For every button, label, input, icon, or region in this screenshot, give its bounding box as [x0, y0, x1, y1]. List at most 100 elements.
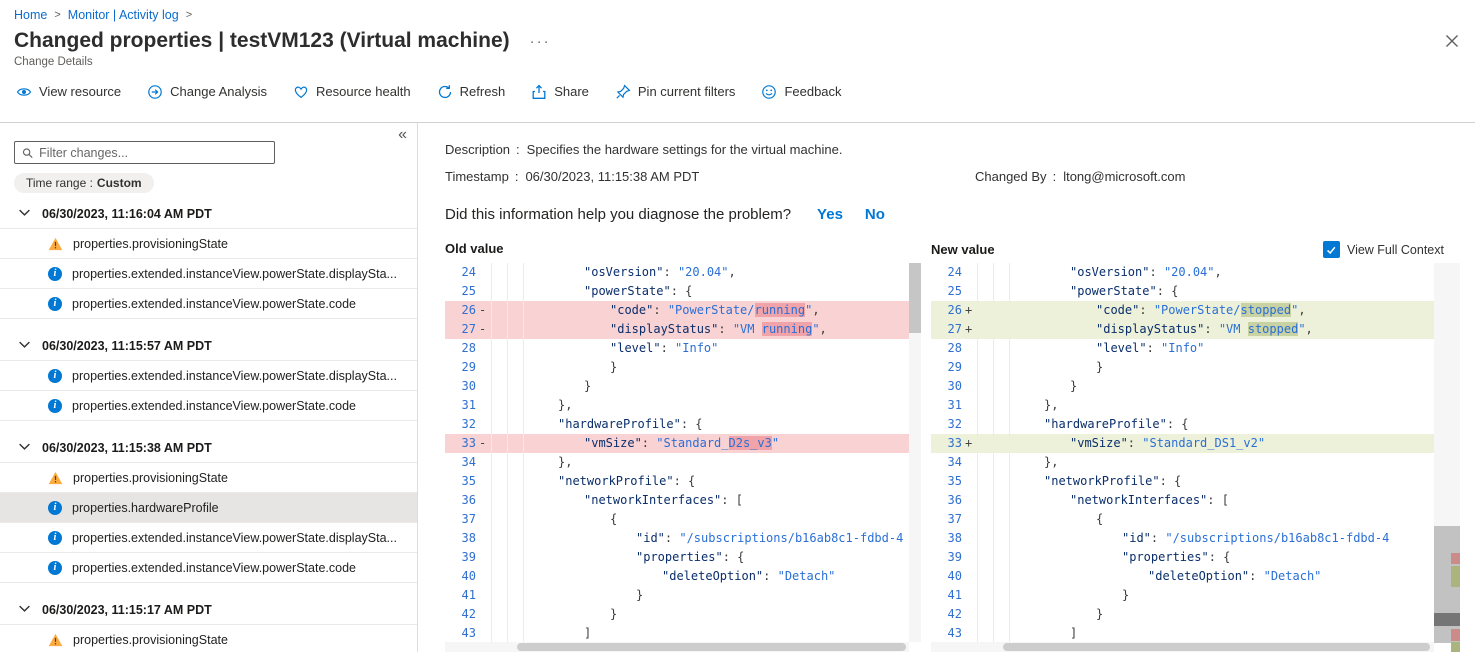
collapse-sidebar-icon[interactable]: «	[398, 126, 407, 144]
diff-line-new-42: 42}	[931, 605, 1460, 624]
diff-panes: 24 "osVersion": "20.04", 25 "powerState": {…	[445, 263, 1460, 652]
time-range-filter-pill[interactable]: Time range : Custom	[14, 173, 154, 193]
diff-ruler-added-mark	[1451, 566, 1460, 587]
more-menu-button[interactable]: ···	[530, 33, 551, 50]
diff-line-old-41: 41}	[445, 586, 921, 605]
new-value-title: New value	[931, 242, 995, 257]
change-item[interactable]: properties.provisioningState	[0, 463, 417, 493]
feedback-question: Did this information help you diagnose t…	[445, 206, 792, 223]
check-icon	[1327, 246, 1336, 254]
toolbar-label: Pin current filters	[637, 84, 736, 99]
change-item-label: properties.provisioningState	[73, 236, 228, 251]
change-detail-main: Description: Specifies the hardware setti…	[418, 123, 1475, 652]
diff-line-new-39: 39 "properties": {	[931, 548, 1460, 567]
change-item-label: properties.extended.instanceView.powerSt…	[72, 398, 356, 413]
share-icon	[531, 84, 547, 100]
change-group-header[interactable]: 06/30/2023, 11:16:04 AM PDT	[0, 199, 417, 229]
new-value-pane: 24 "osVersion": "20.04", 25 "powerState": {…	[931, 263, 1460, 652]
toolbar-feedback[interactable]: Feedback	[761, 84, 842, 100]
filter-changes-input[interactable]	[39, 145, 267, 160]
diff-line-old-32: 32 "hardwareProfile": {	[445, 415, 921, 434]
toolbar-label: Refresh	[459, 84, 506, 99]
timestamp-row: Timestamp:06/30/2023, 11:15:38 AM PDT Ch…	[445, 169, 1186, 184]
group-timestamp: 06/30/2023, 11:15:17 AM PDT	[42, 602, 212, 617]
breadcrumb: Home > Monitor | Activity log >	[0, 0, 1475, 22]
change-group-header[interactable]: 06/30/2023, 11:15:57 AM PDT	[0, 331, 417, 361]
diff-ruler-removed-mark	[1451, 553, 1460, 564]
diff-line-new-25: 25 "powerState": {	[931, 282, 1460, 301]
change-item[interactable]: i properties.extended.instanceView.powerS…	[0, 361, 417, 391]
change-item-label: properties.provisioningState	[73, 470, 228, 485]
change-item[interactable]: properties.provisioningState	[0, 229, 417, 259]
toolbar-resource-health[interactable]: Resource health	[293, 84, 411, 100]
diff-line-new-24: 24 "osVersion": "20.04",	[931, 263, 1460, 282]
description-value: Specifies the hardware settings for the …	[526, 142, 843, 157]
change-item[interactable]: i properties.extended.instanceView.powerS…	[0, 523, 417, 553]
new-pane-horizontal-scrollbar	[931, 642, 1434, 652]
diff-ruler-removed-mark	[1451, 629, 1460, 641]
breadcrumb-activity-log[interactable]: Monitor | Activity log	[68, 8, 179, 22]
feedback-yes-button[interactable]: Yes	[817, 206, 843, 223]
description-label: Description	[445, 142, 511, 157]
toolbar-pin-current-filters[interactable]: Pin current filters	[615, 84, 736, 100]
view-full-context-checkbox[interactable]	[1322, 241, 1340, 258]
diff-headers: Old value New value View Full Context	[445, 241, 1460, 258]
change-item[interactable]: i properties.hardwareProfile	[0, 493, 417, 523]
view-full-context: View Full Context	[1322, 241, 1444, 258]
changed-by-label: Changed By	[975, 169, 1047, 184]
old-pane-hscroll-thumb[interactable]	[517, 643, 906, 651]
diff-line-old-39: 39 "properties": {	[445, 548, 921, 567]
diff-line-new-33: 33 + "vmSize": "Standard_DS1_v2"	[931, 434, 1460, 453]
diff-line-new-35: 35 "networkProfile": {	[931, 472, 1460, 491]
toolbar-refresh[interactable]: Refresh	[437, 84, 506, 100]
change-details-page: Home > Monitor | Activity log > Changed …	[0, 0, 1475, 652]
diff-line-old-37: 37{	[445, 510, 921, 529]
new-pane-hscroll-thumb[interactable]	[1003, 643, 1430, 651]
change-item[interactable]: i properties.extended.instanceView.powerS…	[0, 553, 417, 583]
diff-line-old-38: 38 "id": "/subscriptions/b16ab8c1-fdbd-4	[445, 529, 921, 548]
info-icon: i	[48, 296, 62, 311]
page-title: Changed properties | testVM123 (Virtual …	[14, 29, 510, 52]
info-icon: i	[48, 398, 62, 413]
change-item[interactable]: properties.provisioningState	[0, 625, 417, 652]
diff-line-new-43: 43]	[931, 624, 1460, 642]
change-item-label: properties.extended.instanceView.powerSt…	[72, 368, 397, 383]
chevron-down-icon	[18, 602, 31, 618]
old-pane-scroll-thumb[interactable]	[909, 263, 921, 333]
chevron-right-icon: >	[185, 9, 193, 21]
toolbar-label: Change Analysis	[170, 84, 267, 99]
toolbar-view-resource[interactable]: View resource	[16, 84, 121, 100]
diff-line-new-36: 36 "networkInterfaces": [	[931, 491, 1460, 510]
close-button[interactable]	[1445, 34, 1459, 48]
change-group-header[interactable]: 06/30/2023, 11:15:38 AM PDT	[0, 433, 417, 463]
toolbar-share[interactable]: Share	[531, 84, 589, 100]
warning-icon	[48, 633, 63, 647]
diff-line-new-31: 31},	[931, 396, 1460, 415]
diff-line-old-33: 33- "vmSize": "Standard_D2s_v3"	[445, 434, 921, 453]
view-full-context-label: View Full Context	[1346, 242, 1444, 257]
change-group-header[interactable]: 06/30/2023, 11:15:17 AM PDT	[0, 595, 417, 625]
change-item[interactable]: i properties.extended.instanceView.powerS…	[0, 259, 417, 289]
toolbar-change-analysis[interactable]: Change Analysis	[147, 84, 267, 100]
diff-line-old-36: 36 "networkInterfaces": [	[445, 491, 921, 510]
breadcrumb-home[interactable]: Home	[14, 8, 47, 22]
old-value-pane: 24 "osVersion": "20.04", 25 "powerState": {…	[445, 263, 921, 652]
change-item[interactable]: i properties.extended.instanceView.powerS…	[0, 391, 417, 421]
chevron-down-icon	[18, 206, 31, 222]
resource-health-icon	[293, 84, 309, 100]
chevron-down-icon	[18, 440, 31, 456]
refresh-icon	[437, 84, 453, 100]
toolbar-label: Share	[554, 84, 589, 99]
toolbar-label: View resource	[39, 84, 122, 99]
search-icon	[22, 147, 33, 158]
feedback-no-button[interactable]: No	[865, 206, 885, 223]
filter-box	[14, 141, 275, 164]
toolbar-label: Feedback	[784, 84, 842, 99]
diff-line-old-28: 28 "level": "Info"	[445, 339, 921, 358]
diff-line-old-34: 34},	[445, 453, 921, 472]
diff-line-new-26: 26 + "code": "PowerState/stopped",	[931, 301, 1460, 320]
change-item[interactable]: i properties.extended.instanceView.powerS…	[0, 289, 417, 319]
change-item-label: properties.extended.instanceView.powerSt…	[72, 266, 397, 281]
diff-line-new-29: 29}	[931, 358, 1460, 377]
view-resource-icon	[16, 84, 32, 100]
